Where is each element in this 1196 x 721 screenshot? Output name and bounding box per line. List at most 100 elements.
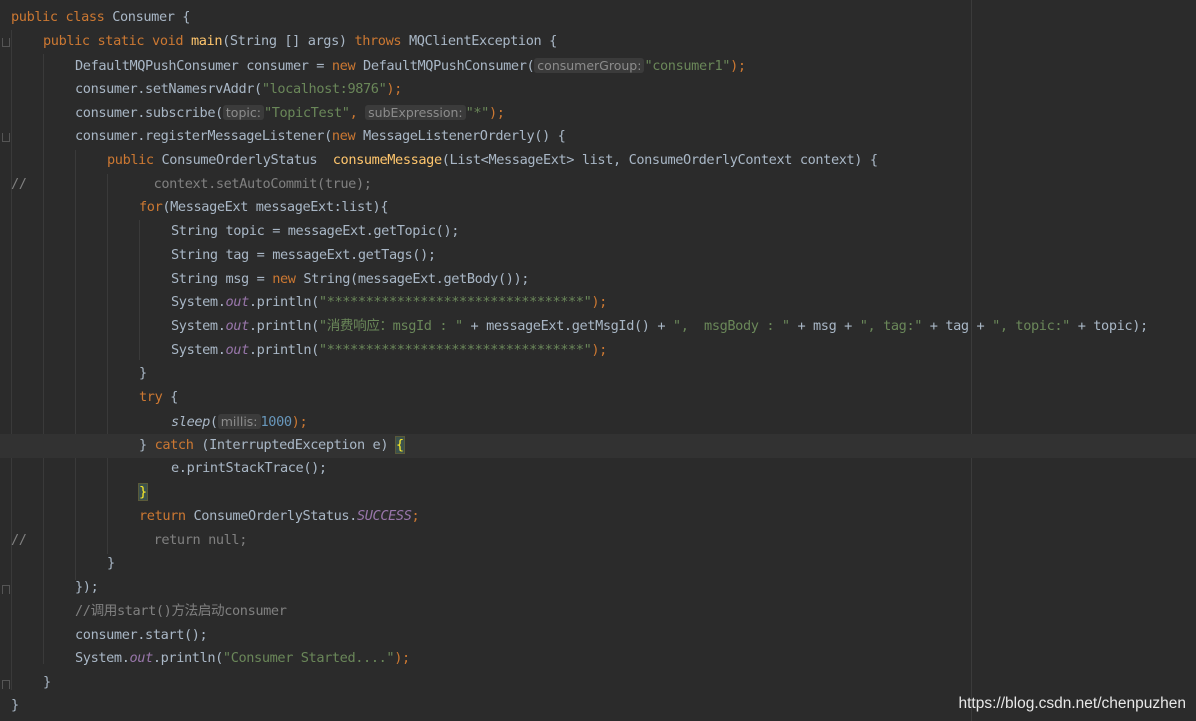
code-text: } <box>139 437 155 453</box>
code-text: ); <box>488 105 505 121</box>
string-literal: "consumer1" <box>644 58 731 74</box>
string-literal: "TopicTest" <box>263 105 350 121</box>
watermark: https://blog.csdn.net/chenpuzhen <box>958 695 1187 712</box>
code-text: .println( <box>248 318 319 334</box>
code-line-17[interactable]: try { <box>0 386 1196 410</box>
string-literal: "消费响应：msgId : " <box>318 318 463 334</box>
code-text: + messageExt.getMsgId() + <box>462 318 673 334</box>
code-line-7[interactable]: public ConsumeOrderlyStatus consumeMessa… <box>0 149 1196 173</box>
comment-text: return null; <box>153 532 248 548</box>
code-text: consumer.subscribe( <box>75 105 223 121</box>
string-literal: ", topic:" <box>992 318 1070 334</box>
code-text: System. <box>75 650 130 666</box>
code-text: System. <box>171 342 226 358</box>
code-text: String msg = <box>171 271 273 287</box>
code-text: .println( <box>248 342 319 358</box>
code-line-27[interactable]: consumer.start(); <box>0 624 1196 648</box>
code-line-21[interactable]: } <box>0 481 1196 505</box>
code-line-15[interactable]: System.out.println("********************… <box>0 339 1196 363</box>
code-text: System. <box>171 318 226 334</box>
code-text: ); <box>730 58 746 74</box>
code-text: ); <box>386 81 402 97</box>
code-text: DefaultMQPushConsumer( <box>355 58 535 74</box>
code-text: } <box>11 697 19 713</box>
keyword: new <box>331 58 356 74</box>
code-line-16[interactable]: } <box>0 362 1196 386</box>
comment-marker: // <box>11 176 27 192</box>
code-text: consumer.start(); <box>75 627 208 643</box>
string-literal: "*********************************" <box>318 294 592 310</box>
code-text: , <box>349 105 366 121</box>
code-text: e.printStackTrace(); <box>171 460 327 476</box>
code-line-8[interactable]: // context.setAutoCommit(true); <box>0 173 1196 197</box>
code-line-2[interactable]: public static void main(String [] args) … <box>0 30 1196 54</box>
code-text: }); <box>75 579 99 595</box>
code-text: { <box>174 9 191 25</box>
keyword: new <box>272 271 296 287</box>
comment-text: //调用start()方法启动consumer <box>75 603 287 619</box>
code-line-23[interactable]: // return null; <box>0 529 1196 553</box>
keyword: catch <box>154 437 194 453</box>
code-text: System. <box>171 294 226 310</box>
code-line-3[interactable]: DefaultMQPushConsumer consumer = new Def… <box>0 54 1196 78</box>
parameter-hint: consumerGroup: <box>534 58 645 73</box>
string-literal: ", msgBody : " <box>672 318 790 334</box>
code-line-25[interactable]: }); <box>0 576 1196 600</box>
code-text: consumer.setNamesrvAddr( <box>75 81 262 97</box>
code-text: { <box>162 389 178 405</box>
code-text: ); <box>291 414 308 430</box>
code-line-19[interactable]: } catch (InterruptedException e) { <box>0 434 1196 458</box>
code-line-26[interactable]: //调用start()方法启动consumer <box>0 600 1196 624</box>
code-line-13[interactable]: System.out.println("********************… <box>0 291 1196 315</box>
code-text: ); <box>591 294 607 310</box>
code-line-20[interactable]: e.printStackTrace(); <box>0 457 1196 481</box>
code-line-24[interactable]: } <box>0 552 1196 576</box>
code-line-6[interactable]: consumer.registerMessageListener(new Mes… <box>0 125 1196 149</box>
keyword: return <box>139 508 186 524</box>
static-field: out <box>225 342 250 358</box>
code-text: .println( <box>248 294 319 310</box>
keyword: static <box>97 33 145 49</box>
code-text: DefaultMQPushConsumer consumer = <box>75 58 332 74</box>
code-line-4[interactable]: consumer.setNamesrvAddr("localhost:9876"… <box>0 78 1196 102</box>
code-text: String(messageExt.getBody()); <box>295 271 530 287</box>
code-line-29[interactable]: } <box>0 671 1196 695</box>
static-field: out <box>225 294 250 310</box>
parameter-hint: subExpression: <box>365 105 466 120</box>
code-text: String tag = messageExt.getTags(); <box>171 247 436 263</box>
string-literal: "localhost:9876" <box>261 81 387 97</box>
code-line-28[interactable]: System.out.println("Consumer Started....… <box>0 647 1196 671</box>
keyword: try <box>139 389 163 405</box>
code-text: MessageListenerOrderly() { <box>355 128 566 144</box>
code-line-11[interactable]: String tag = messageExt.getTags(); <box>0 244 1196 268</box>
code-line-14[interactable]: System.out.println("消费响应：msgId : " + mes… <box>0 315 1196 339</box>
code-text: ( <box>209 414 218 430</box>
code-text: ; <box>411 508 420 524</box>
method-name: sleep <box>171 414 210 430</box>
code-text: + tag + <box>922 318 993 334</box>
code-text: ); <box>394 650 410 666</box>
code-text: + topic); <box>1069 318 1148 334</box>
code-line-10[interactable]: String topic = messageExt.getTopic(); <box>0 220 1196 244</box>
class-name: Consumer <box>112 9 175 25</box>
code-line-9[interactable]: for(MessageExt messageExt:list){ <box>0 196 1196 220</box>
code-text: consumer.registerMessageListener( <box>75 128 332 144</box>
static-field: out <box>225 318 250 334</box>
string-literal: ", tag:" <box>859 318 923 334</box>
code-line-18[interactable]: sleep(millis: 1000); <box>0 410 1196 434</box>
keyword: public <box>43 33 90 49</box>
method-name: main <box>190 33 223 49</box>
code-text: (List<MessageExt> list, ConsumeOrderlyCo… <box>441 152 878 168</box>
code-line-12[interactable]: String msg = new String(messageExt.getBo… <box>0 268 1196 292</box>
parameter-hint: millis: <box>217 414 261 429</box>
keyword: for <box>139 199 163 215</box>
string-literal: "Consumer Started...." <box>222 650 395 666</box>
code-line-22[interactable]: return ConsumeOrderlyStatus.SUCCESS; <box>0 505 1196 529</box>
code-line-1[interactable]: public class Consumer { <box>0 6 1196 30</box>
keyword: new <box>331 128 356 144</box>
static-field: SUCCESS <box>356 508 412 524</box>
code-text: } <box>107 555 115 571</box>
code-line-5[interactable]: consumer.subscribe(topic: "TopicTest", su… <box>0 101 1196 125</box>
code-editor[interactable]: public class Consumer { public static vo… <box>0 0 1196 721</box>
static-field: out <box>129 650 154 666</box>
